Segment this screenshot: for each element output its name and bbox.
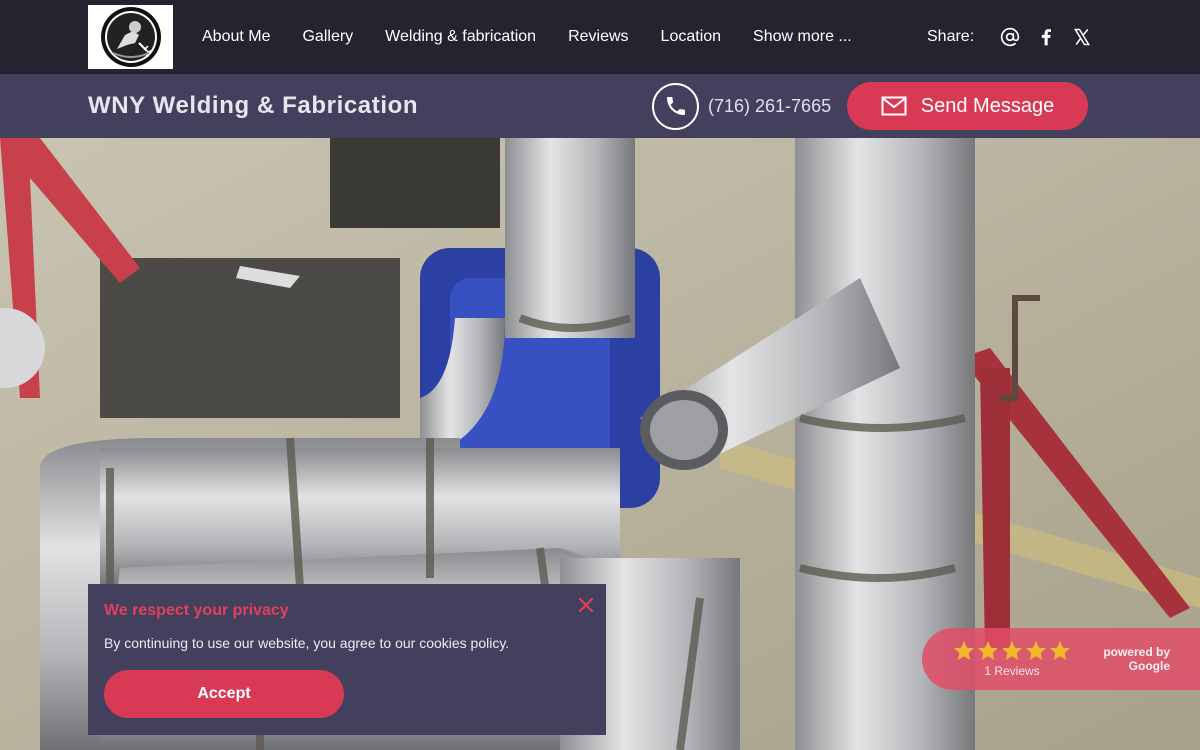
- phone-number: (716) 261-7665: [708, 95, 832, 116]
- x-icon[interactable]: [1070, 25, 1094, 49]
- site-logo[interactable]: [88, 5, 173, 69]
- phone-icon: [652, 82, 699, 130]
- site-title[interactable]: WNY Welding & Fabrication: [88, 74, 418, 138]
- accept-cookies-button[interactable]: Accept: [104, 670, 344, 718]
- star-icon: [1050, 641, 1070, 660]
- star-icon: [1026, 641, 1046, 660]
- close-icon[interactable]: [576, 595, 596, 615]
- cookie-title: We respect your privacy: [104, 602, 289, 619]
- star-rating: [952, 639, 1072, 663]
- nav-links: About Me Gallery Welding & fabrication R…: [186, 0, 868, 74]
- star-icon: [954, 641, 974, 660]
- welder-logo-icon: [100, 7, 161, 67]
- facebook-icon[interactable]: [1034, 25, 1058, 49]
- accept-label: Accept: [197, 685, 251, 702]
- nav-reviews[interactable]: Reviews: [552, 28, 644, 46]
- powered-by-google: powered by Google: [1103, 645, 1170, 673]
- nav-welding-fabrication[interactable]: Welding & fabrication: [369, 28, 552, 46]
- nav-about-me[interactable]: About Me: [186, 28, 286, 46]
- share-group: Share:: [927, 0, 1100, 74]
- contact-bar: WNY Welding & Fabrication (716) 261-7665…: [0, 74, 1200, 138]
- envelope-icon: [881, 96, 907, 116]
- nav-location[interactable]: Location: [645, 28, 738, 46]
- cookie-text: By continuing to use our website, you ag…: [104, 635, 510, 651]
- google-reviews-badge[interactable]: 1 Reviews powered by Google: [922, 628, 1200, 690]
- cookie-banner: We respect your privacy By continuing to…: [88, 584, 606, 735]
- at-icon[interactable]: [998, 25, 1022, 49]
- nav-show-more[interactable]: Show more ...: [737, 28, 868, 46]
- star-icon: [978, 641, 998, 660]
- star-icon: [1002, 641, 1022, 660]
- reviews-count: 1 Reviews: [984, 664, 1040, 678]
- powered-google-line: Google: [1128, 659, 1170, 673]
- share-label: Share:: [927, 28, 975, 45]
- powered-by-line: powered by: [1103, 645, 1170, 659]
- top-navbar: About Me Gallery Welding & fabrication R…: [0, 0, 1200, 74]
- phone-link[interactable]: (716) 261-7665: [652, 82, 831, 130]
- send-message-button[interactable]: Send Message: [847, 82, 1088, 130]
- nav-gallery[interactable]: Gallery: [286, 28, 369, 46]
- send-message-label: Send Message: [920, 94, 1055, 117]
